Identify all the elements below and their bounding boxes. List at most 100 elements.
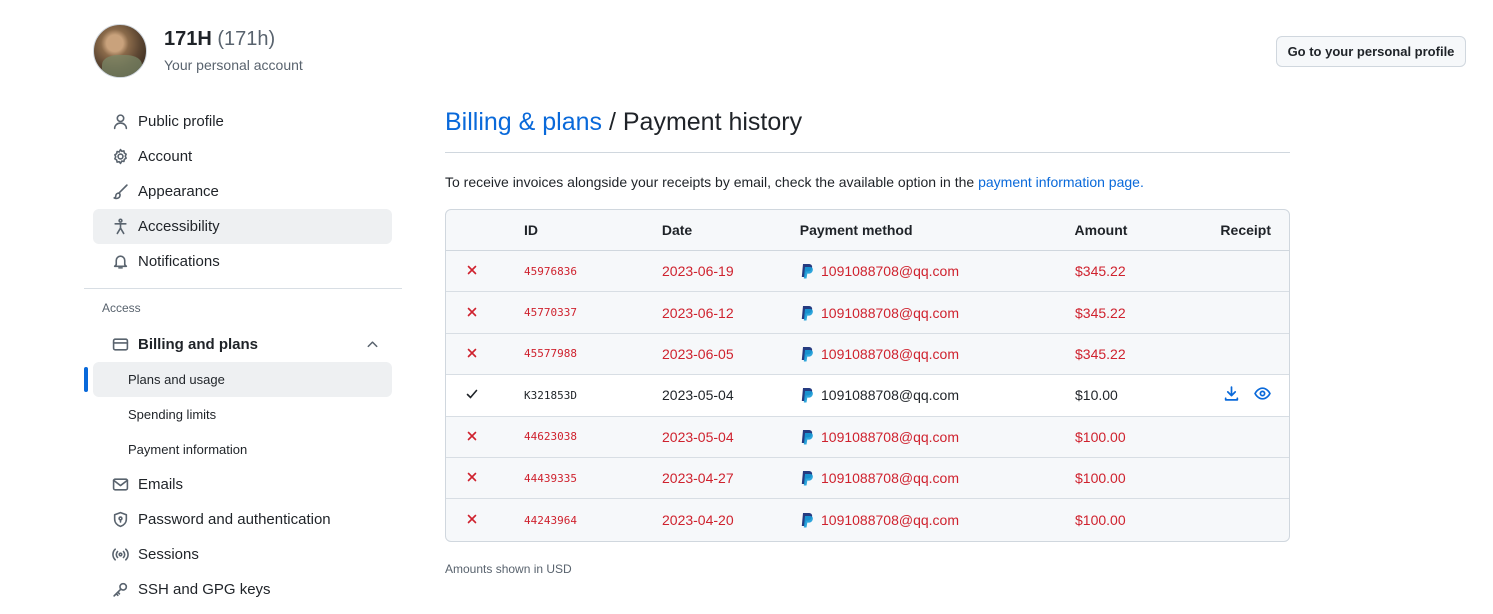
paypal-icon [801, 305, 813, 321]
payment-email: 1091088708@qq.com [821, 470, 959, 487]
currency-note: Amounts shown in USD [445, 561, 572, 576]
row-date: 2023-06-19 [662, 263, 734, 280]
row-id: 45577988 [524, 347, 577, 361]
x-icon [466, 346, 478, 362]
table-row: 44243964 2023-04-20 1091088708@qq.com $100.… [446, 499, 1289, 540]
download-receipt-icon[interactable] [1223, 385, 1240, 405]
paintbrush-icon [111, 183, 129, 201]
row-amount: $345.22 [1075, 304, 1126, 321]
sidebar-item-label: Account [138, 148, 193, 165]
sidebar-item-label: Password and authentication [138, 511, 331, 528]
avatar[interactable] [93, 24, 147, 78]
sidebar-item-billing[interactable]: Billing and plans [93, 327, 392, 362]
view-receipt-icon[interactable] [1254, 385, 1271, 405]
header-receipt: Receipt [1220, 222, 1271, 238]
row-amount: $10.00 [1075, 387, 1118, 404]
accessibility-icon [111, 218, 129, 236]
payment-email: 1091088708@qq.com [821, 512, 959, 529]
row-amount: $345.22 [1075, 345, 1126, 362]
sidebar-subitem-plans-and-usage[interactable]: Plans and usage [84, 362, 392, 397]
payment-email: 1091088708@qq.com [821, 387, 959, 404]
row-date: 2023-06-12 [662, 304, 734, 321]
header-date: Date [661, 222, 693, 238]
header-payment-method: Payment method [799, 222, 913, 238]
header-id: ID [523, 222, 538, 238]
table-body: 45976836 2023-06-19 1091088708@qq.com $345.… [446, 251, 1289, 541]
x-icon [466, 429, 478, 445]
table-row: 44439335 2023-04-27 1091088708@qq.com $100.… [446, 458, 1289, 500]
row-id: 45976836 [524, 264, 577, 278]
key-icon [111, 581, 129, 599]
sidebar-item-label: Public profile [138, 113, 224, 130]
row-status [446, 346, 524, 362]
table-header: ID Date Payment method Amount Receipt [446, 210, 1289, 251]
header-amount: Amount [1074, 222, 1128, 238]
page-title-text: Payment history [622, 108, 803, 136]
row-payment-method: 1091088708@qq.com [800, 346, 1075, 362]
shield-lock-icon [111, 511, 129, 529]
row-status [446, 305, 524, 321]
x-icon [466, 305, 478, 321]
row-payment-method: 1091088708@qq.com [800, 470, 1075, 486]
x-icon [466, 512, 478, 528]
row-payment-method: 1091088708@qq.com [800, 512, 1075, 528]
sidebar-item-notifications[interactable]: Notifications [93, 244, 392, 279]
page-title: Billing & plans / Payment history [445, 108, 1290, 153]
bell-icon [111, 253, 129, 271]
paypal-icon [801, 513, 813, 528]
account-subtitle: Your personal account [164, 57, 303, 73]
table-row: 45577988 2023-06-05 1091088708@qq.com $345.… [446, 334, 1289, 376]
x-icon [466, 470, 478, 486]
row-date: 2023-04-20 [662, 512, 734, 529]
breadcrumb-separator: / [602, 108, 623, 136]
sidebar-item-accessibility[interactable]: Accessibility [93, 209, 392, 244]
row-id: 44439335 [524, 471, 577, 485]
sidebar-item-label: Notifications [138, 253, 220, 270]
table-row: 44623038 2023-05-04 1091088708@qq.com $100.… [446, 417, 1289, 458]
table-row: 45976836 2023-06-19 1091088708@qq.com $345.… [446, 251, 1289, 293]
login-name: (171h) [217, 28, 276, 50]
payment-email: 1091088708@qq.com [821, 263, 959, 280]
sidebar-item-password-authentication[interactable]: Password and authentication [93, 502, 392, 537]
row-status [446, 512, 524, 528]
row-status [446, 429, 524, 445]
row-payment-method: 1091088708@qq.com [800, 305, 1075, 321]
check-icon [466, 387, 478, 403]
sidebar-subitem-spending-limits[interactable]: Spending limits [93, 397, 392, 432]
paypal-icon [801, 346, 813, 362]
go-to-profile-button[interactable]: Go to your personal profile [1276, 36, 1466, 67]
row-payment-method: 1091088708@qq.com [800, 429, 1075, 445]
info-text-body: To receive invoices alongside your recei… [445, 174, 979, 190]
row-receipt [1221, 385, 1289, 405]
payment-email: 1091088708@qq.com [821, 304, 959, 321]
payment-email: 1091088708@qq.com [821, 428, 959, 445]
sidebar-item-public-profile[interactable]: Public profile [93, 104, 392, 139]
sidebar-item-label: Emails [138, 476, 184, 493]
gear-icon [111, 148, 129, 166]
row-date: 2023-06-05 [662, 345, 734, 362]
sidebar-item-sessions[interactable]: Sessions [93, 537, 392, 572]
x-icon [466, 263, 478, 279]
sidebar-item-emails[interactable]: Emails [93, 467, 392, 502]
row-amount: $345.22 [1075, 263, 1126, 280]
account-name: 171H (171h) [164, 28, 275, 51]
display-name: 171H [164, 28, 212, 50]
paypal-icon [801, 429, 813, 445]
sidebar-item-appearance[interactable]: Appearance [93, 174, 392, 209]
sidebar-section-access: Access [102, 301, 141, 315]
payment-information-link[interactable]: payment information page. [978, 174, 1144, 190]
chevron-up-icon[interactable] [365, 337, 380, 356]
row-date: 2023-04-27 [662, 470, 734, 487]
mail-icon [111, 476, 129, 494]
breadcrumb-billing-link[interactable]: Billing & plans [445, 108, 602, 136]
sidebar-item-ssh-gpg-keys[interactable]: SSH and GPG keys [93, 572, 392, 607]
paypal-icon [801, 264, 813, 279]
credit-card-icon [111, 336, 129, 354]
sidebar-subitem-payment-information[interactable]: Payment information [93, 432, 392, 467]
row-id: 44623038 [524, 430, 577, 444]
row-status [446, 263, 524, 279]
info-text: To receive invoices alongside your recei… [445, 174, 1290, 190]
row-date: 2023-05-04 [662, 387, 734, 404]
row-payment-method: 1091088708@qq.com [800, 263, 1075, 279]
sidebar-item-account[interactable]: Account [93, 139, 392, 174]
